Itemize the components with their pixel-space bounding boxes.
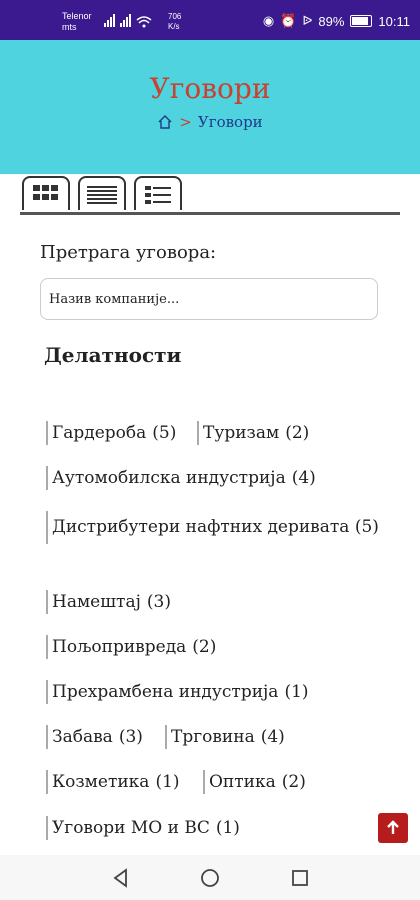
category-count: (5) (354, 517, 379, 537)
signal-icon (104, 14, 152, 28)
battery-icon (350, 15, 373, 27)
search-label: Претрага уговора: (40, 242, 217, 263)
category-link[interactable]: Забава (3) (46, 725, 143, 749)
category-count: (1) (284, 682, 309, 702)
category-label: Туризам (203, 423, 280, 443)
category-link[interactable]: Козметика (1) (46, 770, 180, 794)
list-icon (87, 186, 117, 204)
category-label: Козметика (52, 772, 150, 792)
category-count: (3) (118, 727, 143, 747)
category-link[interactable]: Гардероба (5) (46, 421, 176, 445)
category-count: (3) (146, 592, 171, 612)
carrier-line-1: Telenor (62, 11, 92, 21)
category-link[interactable]: Уговори МО и ВС (1) (46, 816, 240, 840)
alarm-icon: ⏰ (280, 13, 297, 28)
category-count: (4) (260, 727, 285, 747)
category-label: Уговори МО и ВС (52, 818, 210, 838)
category-count: (5) (152, 423, 177, 443)
categories-title: Делатности (44, 343, 182, 367)
category-count: (2) (192, 637, 217, 657)
company-search-input[interactable] (40, 278, 378, 320)
home-icon[interactable] (157, 114, 173, 130)
breadcrumb-separator: > (179, 113, 192, 131)
tab-detail-list-view[interactable] (134, 176, 182, 210)
category-count: (1) (215, 818, 240, 838)
home-circle-icon[interactable] (200, 868, 220, 888)
eye-icon: ◉ (262, 13, 275, 28)
speed-value: 706 (168, 12, 182, 21)
category-link[interactable]: Прехрамбена индустрија (1) (46, 680, 309, 704)
system-nav-bar (0, 855, 420, 900)
battery-percent: 89% (318, 13, 345, 29)
back-icon[interactable] (111, 868, 131, 888)
category-link[interactable]: Намештај (3) (46, 590, 171, 614)
category-label: Аутомобилска индустрија (52, 468, 286, 488)
breadcrumb-current[interactable]: Уговори (198, 113, 263, 131)
category-label: Гардероба (52, 423, 147, 443)
carrier-line-2: mts (62, 22, 77, 32)
category-label: Пољопривреда (52, 637, 187, 657)
category-count: (4) (291, 468, 316, 488)
bluetooth-icon: ᐉ (302, 13, 313, 28)
page-header: Уговори > Уговори (0, 40, 420, 174)
detail-list-icon (145, 186, 171, 204)
breadcrumb: > Уговори (0, 113, 420, 131)
category-count: (2) (285, 423, 310, 443)
recents-icon[interactable] (290, 868, 310, 888)
clock: 10:11 (378, 13, 410, 29)
category-link[interactable]: Трговина (4) (165, 725, 285, 749)
network-speed: 706 K/s (168, 12, 181, 32)
category-label: Дистрибутери нафтних деривата (52, 517, 350, 537)
status-right: ◉ ⏰ ᐉ 89% 10:11 (263, 13, 410, 29)
carrier-name: Telenor mts (62, 11, 92, 33)
arrow-up-icon (387, 820, 399, 834)
category-label: Трговина (171, 727, 255, 747)
tab-grid-view[interactable] (22, 176, 70, 210)
view-tabs (20, 176, 400, 215)
page-title: Уговори (149, 72, 271, 105)
category-label: Прехрамбена индустрија (52, 682, 279, 702)
scroll-to-top-button[interactable] (378, 813, 408, 843)
category-label: Забава (52, 727, 113, 747)
category-link[interactable]: Пољопривреда (2) (46, 635, 216, 659)
category-link[interactable]: Оптика (2) (203, 770, 306, 794)
tab-list-view[interactable] (78, 176, 126, 210)
grid-icon (33, 185, 58, 200)
speed-unit: K/s (168, 22, 180, 31)
category-link[interactable]: Туризам (2) (197, 421, 309, 445)
status-bar: Telenor mts 706 K/s ◉ ⏰ ᐉ 89% 10:11 (0, 0, 420, 40)
category-link[interactable]: Дистрибутери нафтних деривата (5) (46, 511, 382, 544)
category-count: (1) (155, 772, 180, 792)
category-count: (2) (281, 772, 306, 792)
category-link[interactable]: Аутомобилска индустрија (4) (46, 466, 316, 490)
category-label: Оптика (209, 772, 276, 792)
category-label: Намештај (52, 592, 141, 612)
